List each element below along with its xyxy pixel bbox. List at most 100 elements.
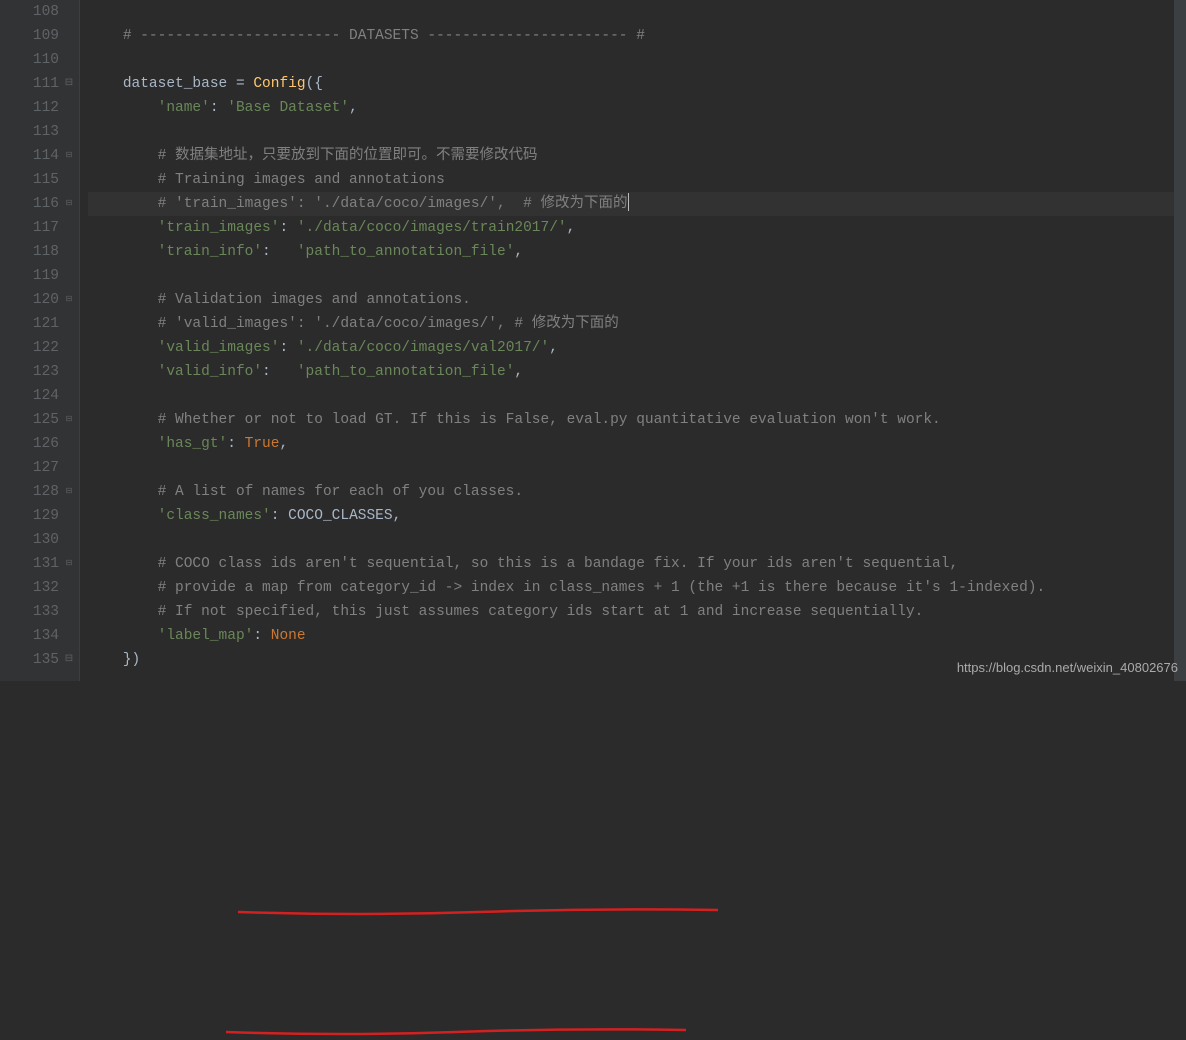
code-token <box>88 100 158 116</box>
line-number: 115 <box>0 168 59 192</box>
line-number: 112 <box>0 96 59 120</box>
code-line[interactable]: # 'train_images': './data/coco/images/',… <box>88 192 1186 216</box>
code-token <box>88 196 158 212</box>
code-token: dataset_base <box>123 76 236 92</box>
fold-empty <box>63 600 75 624</box>
fold-region-icon[interactable]: ⊟ <box>63 552 75 576</box>
code-token: , <box>514 364 523 380</box>
fold-region-icon[interactable]: ⊟ <box>63 408 75 432</box>
code-line[interactable] <box>88 528 1186 552</box>
code-token: 'label_map' <box>158 628 254 644</box>
line-number: 110 <box>0 48 59 72</box>
code-line[interactable]: # A list of names for each of you classe… <box>88 480 1186 504</box>
code-token: : <box>262 244 297 260</box>
code-line[interactable]: 'class_names': COCO_CLASSES, <box>88 504 1186 528</box>
code-token: # Training images and annotations <box>158 172 445 188</box>
code-token <box>88 580 158 596</box>
code-line[interactable] <box>88 456 1186 480</box>
code-token <box>88 484 158 500</box>
scrollbar[interactable] <box>1174 0 1186 681</box>
code-token <box>88 76 123 92</box>
code-line[interactable]: # ----------------------- DATASETS -----… <box>88 24 1186 48</box>
code-token: Config <box>253 76 305 92</box>
code-token: : <box>227 436 244 452</box>
code-token: # provide a map from category_id -> inde… <box>158 580 1046 596</box>
code-token: COCO_CLASSES <box>288 508 392 524</box>
code-token: './data/coco/images/train2017/' <box>297 220 567 236</box>
code-line[interactable]: # Training images and annotations <box>88 168 1186 192</box>
code-line[interactable] <box>88 264 1186 288</box>
code-editor[interactable]: 1081091101111121131141151161171181191201… <box>0 0 1186 681</box>
fold-region-icon[interactable]: ⊟ <box>63 480 75 504</box>
fold-empty <box>63 360 75 384</box>
gutter: 1081091101111121131141151161171181191201… <box>0 0 80 681</box>
code-line[interactable]: 'label_map': None <box>88 624 1186 648</box>
line-number: 132 <box>0 576 59 600</box>
fold-empty <box>63 120 75 144</box>
code-token <box>88 556 158 572</box>
watermark: https://blog.csdn.net/weixin_40802676 <box>957 660 1178 675</box>
code-token: # 'valid_images': './data/coco/images/',… <box>158 316 619 332</box>
line-number: 135 <box>0 648 59 672</box>
code-token <box>88 508 158 524</box>
fold-empty <box>63 624 75 648</box>
code-line[interactable]: 'train_images': './data/coco/images/trai… <box>88 216 1186 240</box>
code-line[interactable]: # provide a map from category_id -> inde… <box>88 576 1186 600</box>
code-token: , <box>279 436 288 452</box>
fold-marks[interactable]: ⊟ ⊟ ⊟ ⊟ ⊟ ⊟ ⊟ ⊟ <box>63 0 75 672</box>
code-token: : <box>271 508 288 524</box>
code-token <box>88 604 158 620</box>
code-token: , <box>567 220 576 236</box>
code-token: 'train_images' <box>158 220 280 236</box>
fold-empty <box>63 168 75 192</box>
code-token: True <box>245 436 280 452</box>
code-token: # 数据集地址，只要放到下面的位置即可。不需要修改代码 <box>158 148 538 164</box>
code-line[interactable]: dataset_base = Config({ <box>88 72 1186 96</box>
line-number: 125 <box>0 408 59 432</box>
code-line[interactable]: # Whether or not to load GT. If this is … <box>88 408 1186 432</box>
code-token <box>88 148 158 164</box>
code-line[interactable]: 'train_info': 'path_to_annotation_file', <box>88 240 1186 264</box>
code-token: # Validation images and annotations. <box>158 292 471 308</box>
fold-region-icon[interactable]: ⊟ <box>63 144 75 168</box>
code-line[interactable] <box>88 48 1186 72</box>
code-line[interactable]: # Validation images and annotations. <box>88 288 1186 312</box>
code-line[interactable]: # 数据集地址，只要放到下面的位置即可。不需要修改代码 <box>88 144 1186 168</box>
code-token: # COCO class ids aren't sequential, so t… <box>158 556 959 572</box>
fold-empty <box>63 528 75 552</box>
fold-region-icon[interactable]: ⊟ <box>63 288 75 312</box>
code-token <box>88 220 158 236</box>
code-line[interactable]: 'valid_info': 'path_to_annotation_file', <box>88 360 1186 384</box>
code-token: 'has_gt' <box>158 436 228 452</box>
code-line[interactable]: 'has_gt': True, <box>88 432 1186 456</box>
code-token: # If not specified, this just assumes ca… <box>158 604 924 620</box>
code-token: , <box>393 508 402 524</box>
code-line[interactable]: # 'valid_images': './data/coco/images/',… <box>88 312 1186 336</box>
code-line[interactable]: 'valid_images': './data/coco/images/val2… <box>88 336 1186 360</box>
fold-close-icon[interactable]: ⊟ <box>63 648 75 672</box>
code-token: 'name' <box>158 100 210 116</box>
code-line[interactable]: # COCO class ids aren't sequential, so t… <box>88 552 1186 576</box>
line-number: 127 <box>0 456 59 480</box>
code-token: , <box>549 340 558 356</box>
line-number: 116 <box>0 192 59 216</box>
line-number: 121 <box>0 312 59 336</box>
code-area[interactable]: # ----------------------- DATASETS -----… <box>80 0 1186 681</box>
line-number: 113 <box>0 120 59 144</box>
line-number: 126 <box>0 432 59 456</box>
code-line[interactable]: 'name': 'Base Dataset', <box>88 96 1186 120</box>
code-line[interactable]: # If not specified, this just assumes ca… <box>88 600 1186 624</box>
code-line[interactable] <box>88 0 1186 24</box>
code-token: : <box>279 340 296 356</box>
code-line[interactable] <box>88 384 1186 408</box>
code-token: # 'train_images': './data/coco/images/',… <box>158 196 628 212</box>
fold-region-icon[interactable]: ⊟ <box>63 192 75 216</box>
fold-empty <box>63 24 75 48</box>
code-token: # Whether or not to load GT. If this is … <box>158 412 941 428</box>
code-token: ({ <box>306 76 323 92</box>
fold-open-icon[interactable]: ⊟ <box>63 72 75 96</box>
code-token <box>88 364 158 380</box>
code-token: 'train_info' <box>158 244 262 260</box>
code-line[interactable] <box>88 120 1186 144</box>
code-token <box>88 628 158 644</box>
